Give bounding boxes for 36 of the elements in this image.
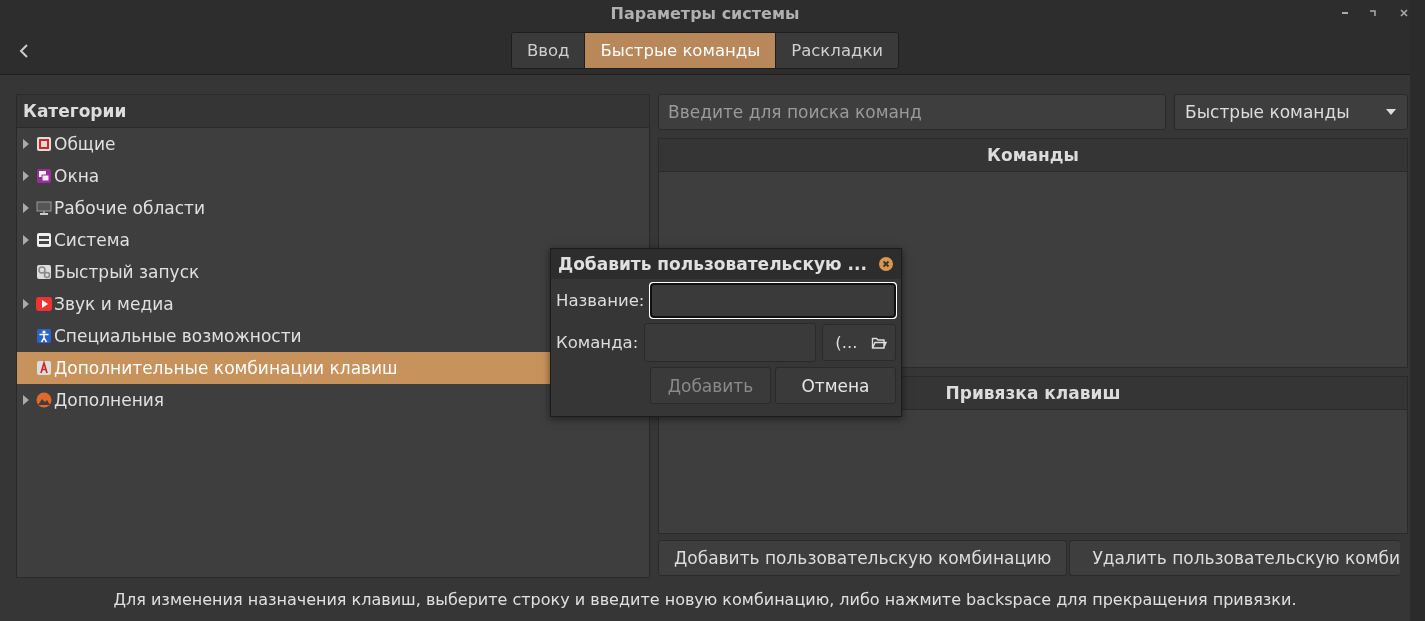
tab[interactable]: Раскладки: [775, 33, 899, 69]
close-icon: [879, 257, 893, 271]
category-item[interactable]: Система: [17, 223, 649, 256]
minimize-icon: [1342, 12, 1348, 14]
tab[interactable]: Ввод: [511, 33, 585, 69]
add-shortcut-button[interactable]: Добавить пользовательскую комбинацию: [658, 539, 1068, 576]
accessibility-icon: [36, 327, 52, 344]
folder-icon: [871, 335, 887, 350]
field-label: Название:: [556, 291, 645, 310]
status-text: Для изменения назначения клавиш, выберите строку и введите новую комбинацию, либо нажмите backspace для прекращения привязки.: [112, 588, 1298, 611]
cancel-button[interactable]: Отмена: [775, 367, 896, 404]
keyboard-shortcut-icon: [36, 359, 52, 376]
dialog-title: Добавить пользовательскую ...: [558, 254, 867, 274]
category-item[interactable]: Дополнения: [17, 383, 649, 416]
mountain-icon: [36, 391, 52, 408]
maximize-icon: [1370, 10, 1376, 16]
gears-icon: [36, 263, 52, 280]
monitor-icon: [36, 199, 52, 216]
filter-dropdown[interactable]: Быстрые команды: [1174, 93, 1408, 130]
column-header: Команды: [659, 138, 1407, 172]
system-icon: [36, 231, 52, 248]
category-item[interactable]: Рабочие области: [17, 191, 649, 224]
file-chooser-button[interactable]: (...: [822, 324, 896, 361]
remove-shortcut-button[interactable]: Удалить пользовательскую комби: [1069, 539, 1401, 576]
field-label: Команда:: [556, 333, 639, 352]
window-title: Параметры системы: [610, 4, 800, 24]
category-item[interactable]: Общие: [17, 127, 649, 160]
category-item[interactable]: Окна: [17, 159, 649, 192]
dropdown-caret-icon: [1385, 107, 1397, 116]
search-field[interactable]: Введите для поиска команд: [658, 93, 1166, 130]
windows-icon: [36, 167, 52, 184]
general-settings-icon: [36, 135, 52, 152]
dialog-close-button[interactable]: [879, 257, 893, 271]
name-field[interactable]: [650, 283, 896, 318]
column-header: Категории: [17, 94, 649, 128]
play-icon: [36, 295, 52, 312]
